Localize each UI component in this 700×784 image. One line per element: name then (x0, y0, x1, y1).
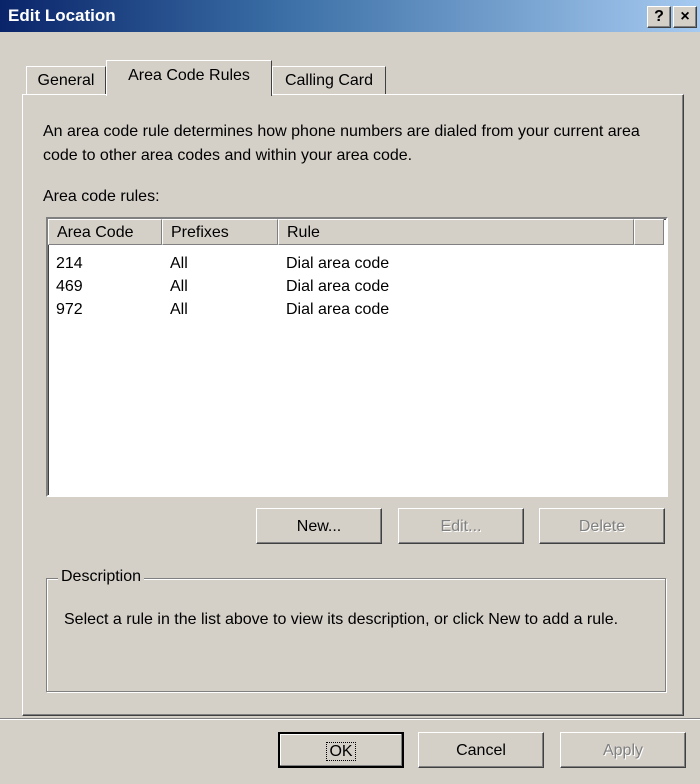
table-row[interactable]: 972 All Dial area code (48, 299, 666, 321)
cell-area-code: 972 (56, 301, 83, 318)
description-text: Select a rule in the list above to view … (64, 611, 619, 628)
column-header-prefixes[interactable]: Prefixes (162, 219, 278, 245)
cell-rule: Dial area code (286, 255, 390, 272)
description-group (46, 578, 666, 692)
cell-rule: Dial area code (286, 301, 390, 318)
edit-rule-button[interactable]: Edit... (398, 508, 524, 544)
apply-button[interactable]: Apply (560, 732, 686, 768)
column-header-rule[interactable]: Rule (278, 219, 634, 245)
tab-area-code-rules[interactable]: Area Code Rules (106, 60, 272, 96)
column-header-area-code[interactable]: Area Code (48, 219, 162, 245)
cell-prefixes: All (170, 255, 188, 272)
cell-prefixes: All (170, 278, 188, 295)
description-title: Description (58, 568, 145, 586)
window-title: Edit Location (8, 6, 116, 25)
column-header-filler (634, 219, 664, 245)
delete-rule-button[interactable]: Delete (539, 508, 665, 544)
help-button[interactable]: ? (647, 6, 671, 28)
title-bar: Edit Location ? × (0, 0, 700, 32)
cancel-button[interactable]: Cancel (418, 732, 544, 768)
new-rule-button[interactable]: New... (256, 508, 382, 544)
cell-prefixes: All (170, 301, 188, 318)
table-row[interactable]: 214 All Dial area code (48, 253, 666, 275)
tab-general[interactable]: General (26, 66, 106, 95)
intro-text: An area code rule determines how phone n… (43, 123, 640, 164)
table-row[interactable]: 469 All Dial area code (48, 276, 666, 298)
ok-button-label: OK (326, 742, 356, 761)
area-code-rules-label: Area code rules: (43, 188, 160, 205)
close-button[interactable]: × (673, 6, 697, 28)
divider (0, 718, 700, 720)
area-code-rules-list[interactable]: Area Code Prefixes Rule 214 All Dial are… (46, 217, 668, 497)
tab-calling-card[interactable]: Calling Card (272, 66, 386, 95)
cell-area-code: 214 (56, 255, 83, 272)
ok-button[interactable]: OK (278, 732, 404, 768)
cell-area-code: 469 (56, 278, 83, 295)
cell-rule: Dial area code (286, 278, 390, 295)
